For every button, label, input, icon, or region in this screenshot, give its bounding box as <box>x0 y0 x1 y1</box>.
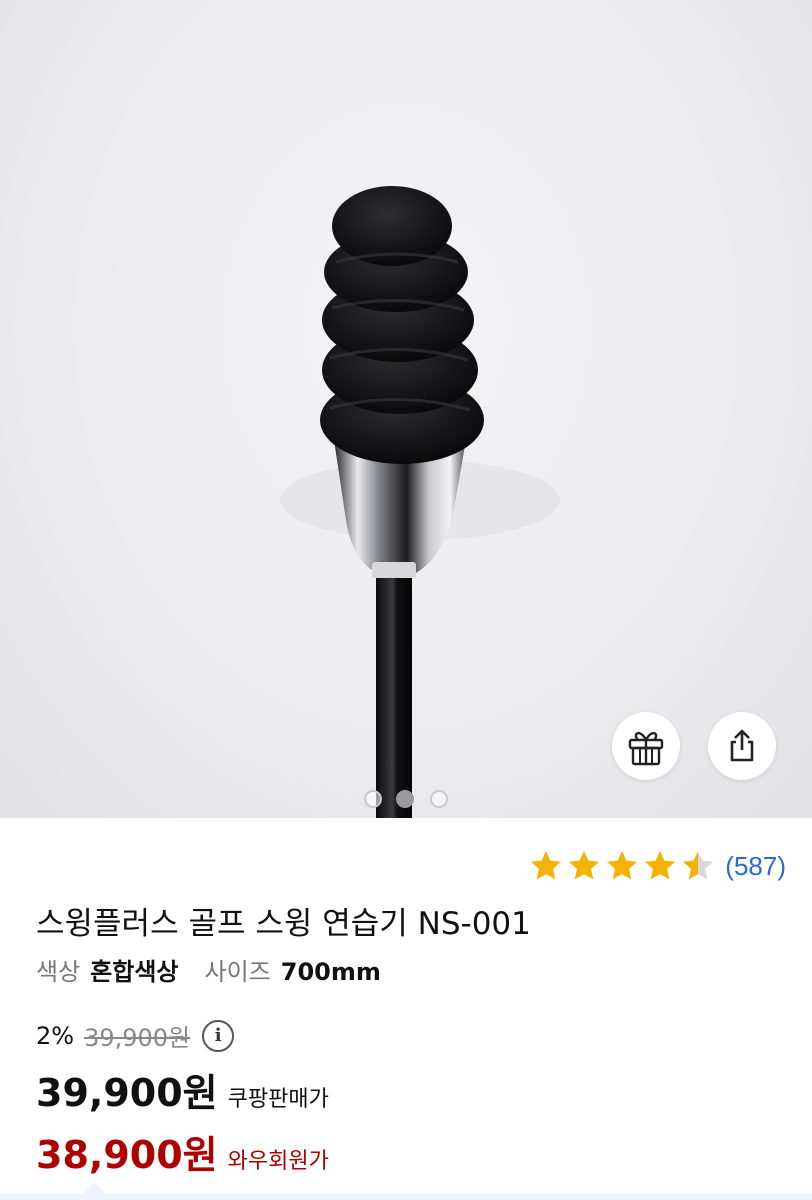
review-count-link[interactable]: (587) <box>725 851 786 882</box>
product-title: 스윙플러스 골프 스윙 연습기 NS-001 <box>36 906 531 942</box>
gift-icon <box>628 731 664 766</box>
star-half-icon <box>683 851 714 880</box>
share-icon <box>730 729 754 762</box>
rating-stars <box>529 849 719 883</box>
discount-row: 2% 39,900원 i <box>36 1018 235 1053</box>
original-price: 39,900원 <box>84 1024 191 1052</box>
option-color-value: 혼합색상 <box>90 958 179 986</box>
bottom-banner-edge <box>0 1194 812 1200</box>
sale-price: 39,900원 <box>36 1071 218 1115</box>
star-full-icon <box>607 851 638 880</box>
option-size-value: 700mm <box>280 958 381 986</box>
pagination-dot[interactable] <box>430 790 448 808</box>
image-pagination <box>0 790 812 810</box>
star-full-icon <box>645 851 676 880</box>
info-icon[interactable]: i <box>202 1019 235 1052</box>
gift-button[interactable] <box>612 712 680 780</box>
share-button[interactable] <box>708 712 776 780</box>
rating[interactable]: (587) <box>529 846 786 886</box>
product-image[interactable] <box>0 0 812 818</box>
golf-swing-trainer-image <box>280 186 560 818</box>
pagination-dot-active[interactable] <box>396 790 414 808</box>
tooltip-notch <box>82 1182 106 1194</box>
star-full-icon <box>531 851 562 880</box>
member-price-row: 38,900원 와우회원가 <box>36 1124 329 1179</box>
pagination-dot[interactable] <box>364 790 382 808</box>
option-size-label: 사이즈 <box>204 958 271 986</box>
discount-rate: 2% <box>36 1021 75 1050</box>
option-color-label: 색상 <box>36 958 81 986</box>
member-price-label: 와우회원가 <box>227 1149 329 1174</box>
member-price: 38,900원 <box>36 1133 218 1177</box>
sale-price-label: 쿠팡판매가 <box>227 1087 329 1112</box>
sale-price-row: 39,900원 쿠팡판매가 <box>36 1062 329 1117</box>
star-full-icon <box>569 851 600 880</box>
product-options: 색상 혼합색상 사이즈 700mm <box>36 952 407 987</box>
